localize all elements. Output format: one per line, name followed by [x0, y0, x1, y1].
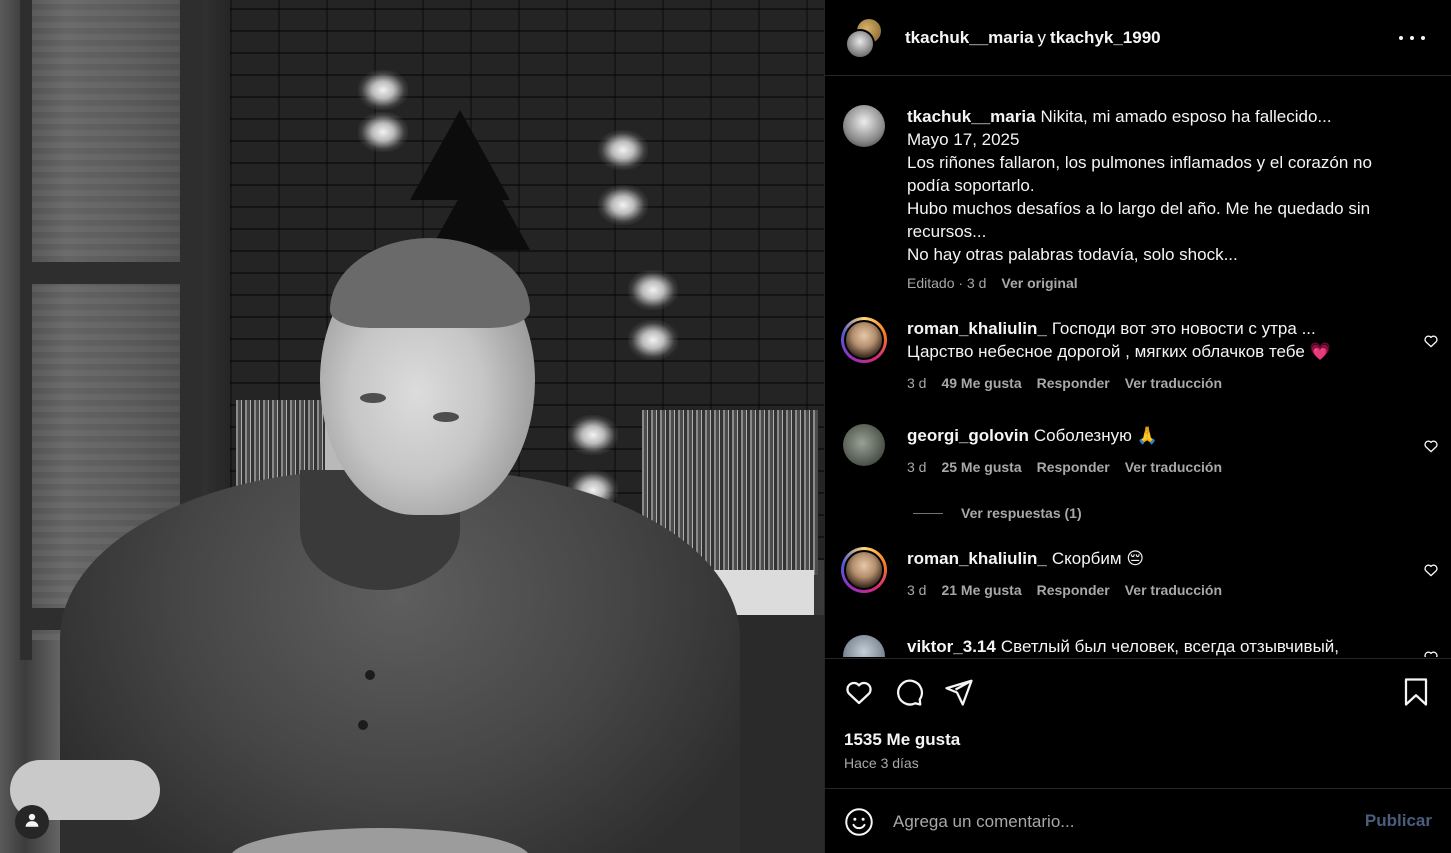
more-icon: [1399, 36, 1403, 40]
comment-text: Соболезную: [1033, 426, 1132, 445]
avatar[interactable]: [841, 547, 887, 593]
photo-pendant-lamp: [430, 160, 530, 250]
caption-line: Hubo muchos desafíos a lo largo del año.…: [907, 199, 1371, 241]
share-icon: [944, 679, 974, 711]
photo-wall-light: [628, 270, 678, 310]
more-options-button[interactable]: [1399, 28, 1425, 48]
reply-button[interactable]: Responder: [1037, 372, 1110, 395]
comment-username[interactable]: georgi_golovin: [907, 426, 1029, 445]
photo-person-eye: [360, 393, 386, 403]
comment-icon: [894, 679, 924, 711]
comment-text: Царство небесное дорогой , мягких облачк…: [907, 342, 1305, 361]
comment-emoji: 💗: [1309, 342, 1331, 362]
tagged-users-button[interactable]: [15, 805, 49, 839]
photo-shirt-button: [358, 720, 368, 730]
like-comment-button[interactable]: [1423, 649, 1439, 657]
photo-wall-light: [358, 70, 408, 110]
comment-text: Светлый был человек, всегда отзывчивый,: [1000, 637, 1340, 656]
heart-icon: [1423, 651, 1439, 657]
comment-likes-link[interactable]: 25 Me gusta: [941, 456, 1021, 479]
comment-time: 3 d: [907, 459, 927, 475]
comment-username[interactable]: viktor_3.14: [907, 637, 996, 656]
caption-line: No hay otras palabras todavía, solo shoc…: [907, 245, 1238, 264]
view-replies-button[interactable]: Ver respuestas (1): [913, 505, 1082, 521]
user-icon: [23, 811, 41, 834]
view-replies-label: Ver respuestas (1): [961, 505, 1082, 521]
avatar[interactable]: [841, 317, 887, 363]
more-icon: [1421, 36, 1425, 40]
caption-username[interactable]: tkachuk__maria: [907, 107, 1036, 126]
comment-time: 3 d: [907, 375, 927, 391]
photo-wall-light: [598, 185, 648, 225]
caption-line: Nikita, mi amado esposo ha fallecido...: [1040, 107, 1332, 126]
comment-emoji: 😔: [1126, 549, 1145, 569]
post-photo[interactable]: [0, 0, 824, 853]
replies-divider: [913, 512, 943, 514]
photo-window-frame: [20, 0, 32, 660]
author-secondary-link[interactable]: tkachyk_1990: [1050, 28, 1161, 47]
comment-body: viktor_3.14 Светлый был человек, всегда о…: [907, 635, 1407, 657]
photo-person-eye: [433, 412, 459, 422]
author-primary-link[interactable]: tkachuk__maria: [905, 28, 1034, 47]
avatar[interactable]: [845, 28, 875, 59]
reply-button[interactable]: Responder: [1037, 456, 1110, 479]
comment-text: Скорбим: [1051, 549, 1122, 568]
comment-emoji: 🙏: [1136, 426, 1158, 446]
photo-shirt-button: [365, 670, 375, 680]
caption-edited-time: Editado · 3 d: [907, 275, 987, 291]
comment-text: Господи вот это новости с утра ...: [1051, 319, 1316, 338]
photo-wall-light: [358, 112, 408, 152]
photo-wall-light: [568, 415, 618, 455]
authors-joiner: y: [1037, 27, 1047, 47]
post-header: tkachuk__maria y tkachyk_1990: [825, 0, 1451, 76]
comment-likes-link[interactable]: 21 Me gusta: [941, 579, 1021, 602]
heart-icon: [1423, 440, 1439, 458]
post-side-panel: tkachuk__maria y tkachyk_1990 tkachuk__mar…: [824, 0, 1451, 853]
like-comment-button[interactable]: [1423, 562, 1439, 578]
comment-body: roman_khaliulin_ Господи вот это новости …: [907, 317, 1407, 395]
comment-button[interactable]: [894, 677, 924, 707]
caption-body: tkachuk__maria Nikita, mi amado esposo ha…: [907, 105, 1407, 295]
avatar[interactable]: [843, 635, 885, 657]
see-original-link[interactable]: Ver original: [1001, 272, 1077, 295]
bookmark-icon: [1401, 678, 1431, 711]
caption-line: Los riñones fallaron, los pulmones infla…: [907, 153, 1372, 195]
comment-body: roman_khaliulin_ Скорбим 😔 3 d 21 Me gust…: [907, 547, 1407, 602]
heart-icon: [1423, 564, 1439, 582]
post-timestamp: Hace 3 días: [844, 755, 919, 771]
caption-line: Mayo 17, 2025: [907, 130, 1020, 149]
comment-username[interactable]: roman_khaliulin_: [907, 319, 1047, 338]
comment-likes-link[interactable]: 49 Me gusta: [941, 372, 1021, 395]
photo-wall-light: [598, 130, 648, 170]
like-comment-button[interactable]: [1423, 333, 1439, 349]
photo-wall-light: [628, 320, 678, 360]
photo-window-frame: [20, 262, 200, 284]
post-actions: 1535 Me gusta Hace 3 días: [825, 658, 1451, 788]
comment-input[interactable]: [893, 807, 1343, 837]
like-button[interactable]: [844, 677, 874, 707]
translate-button[interactable]: Ver traducción: [1125, 579, 1222, 602]
comment-time: 3 d: [907, 582, 927, 598]
like-comment-button[interactable]: [1423, 438, 1439, 454]
translate-button[interactable]: Ver traducción: [1125, 372, 1222, 395]
comment-username[interactable]: roman_khaliulin_: [907, 549, 1047, 568]
comment-body: georgi_golovin Соболезную 🙏 3 d 25 Me gus…: [907, 424, 1407, 479]
emoji-button[interactable]: [844, 807, 874, 837]
more-icon: [1410, 36, 1414, 40]
translate-button[interactable]: Ver traducción: [1125, 456, 1222, 479]
share-button[interactable]: [944, 677, 974, 707]
publish-button[interactable]: Publicar: [1365, 811, 1432, 831]
save-button[interactable]: [1401, 677, 1431, 707]
post-likes-count[interactable]: 1535 Me gusta: [844, 730, 960, 750]
post-authors: tkachuk__maria y tkachyk_1990: [905, 28, 1161, 48]
reply-button[interactable]: Responder: [1037, 579, 1110, 602]
avatar[interactable]: [843, 424, 885, 466]
heart-icon: [844, 681, 874, 711]
comment-composer: Publicar: [825, 788, 1451, 853]
comments-list[interactable]: tkachuk__maria Nikita, mi amado esposo ha…: [825, 77, 1451, 657]
emoji-icon: [844, 808, 874, 841]
author-avatars[interactable]: [845, 16, 887, 59]
heart-icon: [1423, 335, 1439, 353]
avatar[interactable]: [843, 105, 885, 147]
